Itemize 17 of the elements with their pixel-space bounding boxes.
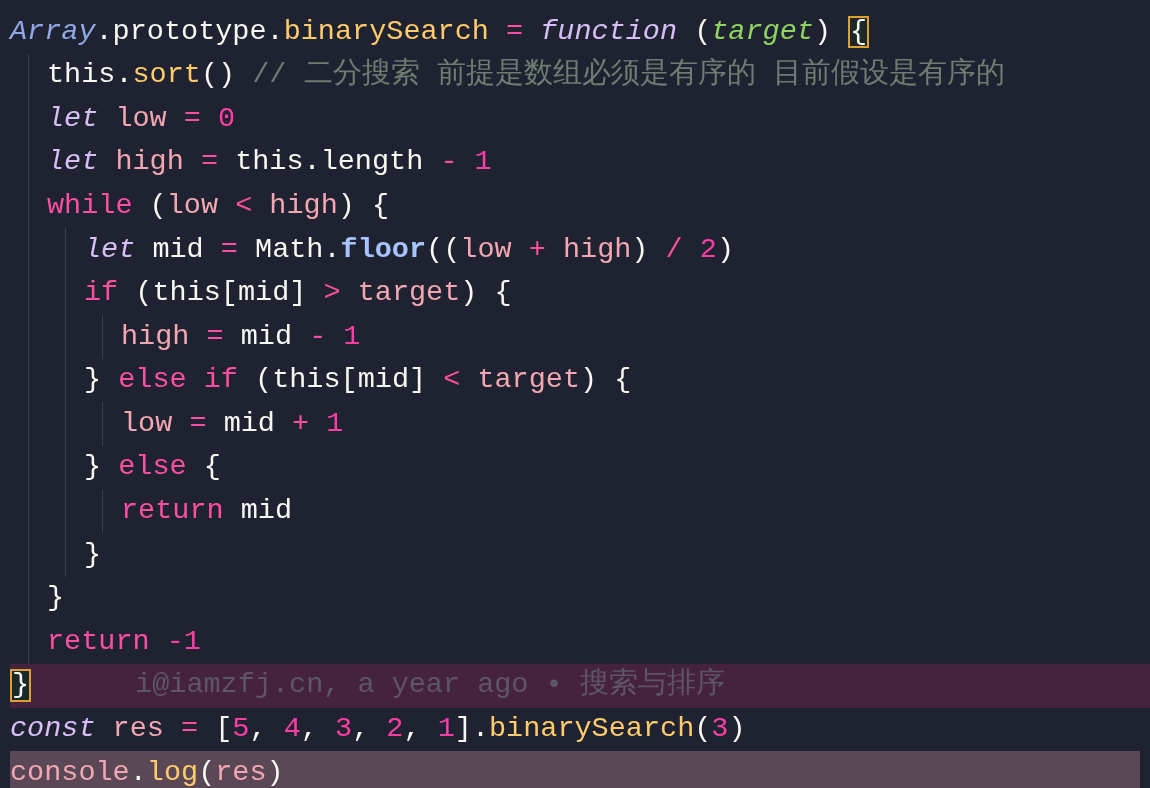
code-line: return -1 <box>47 625 201 659</box>
code-line: const res = [5, 4, 3, 2, 1].binarySearch(3) <box>10 713 746 746</box>
code-line: console.log(res) <box>10 756 284 788</box>
code-line: let mid = Math.floor((low + high) / 2) <box>84 233 734 266</box>
code-line: low = mid + 1 <box>121 407 344 441</box>
code-line: } else { <box>84 451 221 484</box>
code-line: this.sort() // 二分搜索 前提是数组必须是有序的 目前假设是有序的 <box>47 59 1005 92</box>
code-line: while (low < high) { <box>47 189 390 223</box>
code-line: let low = 0 <box>47 102 236 136</box>
code-line: Array.prototype.binarySearch = function (target) { <box>10 13 870 51</box>
code-line: high = mid - 1 <box>121 320 361 354</box>
code-line: if (this[mid] > target) { <box>84 277 512 310</box>
code-line: } else if (this[mid] < target) { <box>84 364 632 397</box>
code-line: let high = this.length - 1 <box>47 146 492 179</box>
code-line: return mid <box>121 495 293 528</box>
code-line: } <box>84 538 102 572</box>
code-line: } <box>47 582 65 615</box>
